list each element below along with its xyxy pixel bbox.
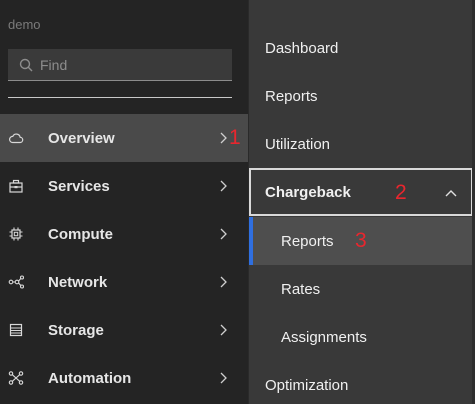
nav-item-label: Network [48,273,108,291]
nav-item-services[interactable]: Services [0,162,248,210]
flyout-item-rates[interactable]: Rates [249,265,473,313]
annotation-marker-1: 1 [229,126,241,149]
flyout-item-utilization[interactable]: Utilization [249,120,473,168]
nav-item-compute[interactable]: Compute [0,210,248,258]
selection-indicator [249,217,253,265]
flyout-item-assignments[interactable]: Assignments [249,313,473,361]
flyout-item-label: Optimization [265,376,349,394]
annotation-marker-3: 3 [355,229,367,252]
search-box[interactable] [8,49,232,81]
nav-item-label: Automation [48,369,132,387]
search-divider [8,97,232,98]
chevron-right-icon [220,228,227,240]
automation-icon [8,371,24,385]
nav-item-label: Compute [48,225,113,243]
chevron-right-icon [220,372,227,384]
flyout-item-label: Reports [281,232,334,250]
cloud-icon [9,133,24,144]
chip-icon [9,227,23,241]
network-icon [8,275,24,289]
flyout-item-reports[interactable]: Reports [249,72,473,120]
flyout-group-chargeback[interactable]: Chargeback [249,168,473,216]
nav-item-overview[interactable]: Overview [0,114,248,162]
flyout-item-label: Utilization [265,135,331,153]
services-icon [9,179,23,193]
environment-label: demo [8,17,41,32]
nav-item-label: Services [48,177,110,195]
storage-icon [9,323,23,337]
nav-item-label: Storage [48,321,104,339]
nav-item-label: Overview [48,129,115,147]
chevron-up-icon [445,190,457,197]
flyout-item-label: Rates [281,280,321,298]
nav-item-automation[interactable]: Automation [0,354,248,402]
flyout-item-dashboard[interactable]: Dashboard [249,24,473,72]
chevron-right-icon [220,324,227,336]
search-input[interactable] [40,49,226,81]
flyout-item-label: Reports [265,87,318,105]
annotation-marker-2: 2 [395,181,407,204]
main-nav-panel: demo Overview Services [0,0,248,404]
flyout-group-label: Chargeback [265,183,351,201]
chevron-right-icon [220,132,227,144]
flyout-item-optimization[interactable]: Optimization [249,361,473,404]
flyout-item-label: Dashboard [265,39,339,57]
chevron-right-icon [220,180,227,192]
search-icon [19,58,33,72]
overview-flyout-menu: Dashboard Reports Utilization Chargeback… [248,0,475,404]
nav-item-network[interactable]: Network [0,258,248,306]
flyout-item-label: Assignments [281,328,367,346]
nav-item-storage[interactable]: Storage [0,306,248,354]
chevron-right-icon [220,276,227,288]
